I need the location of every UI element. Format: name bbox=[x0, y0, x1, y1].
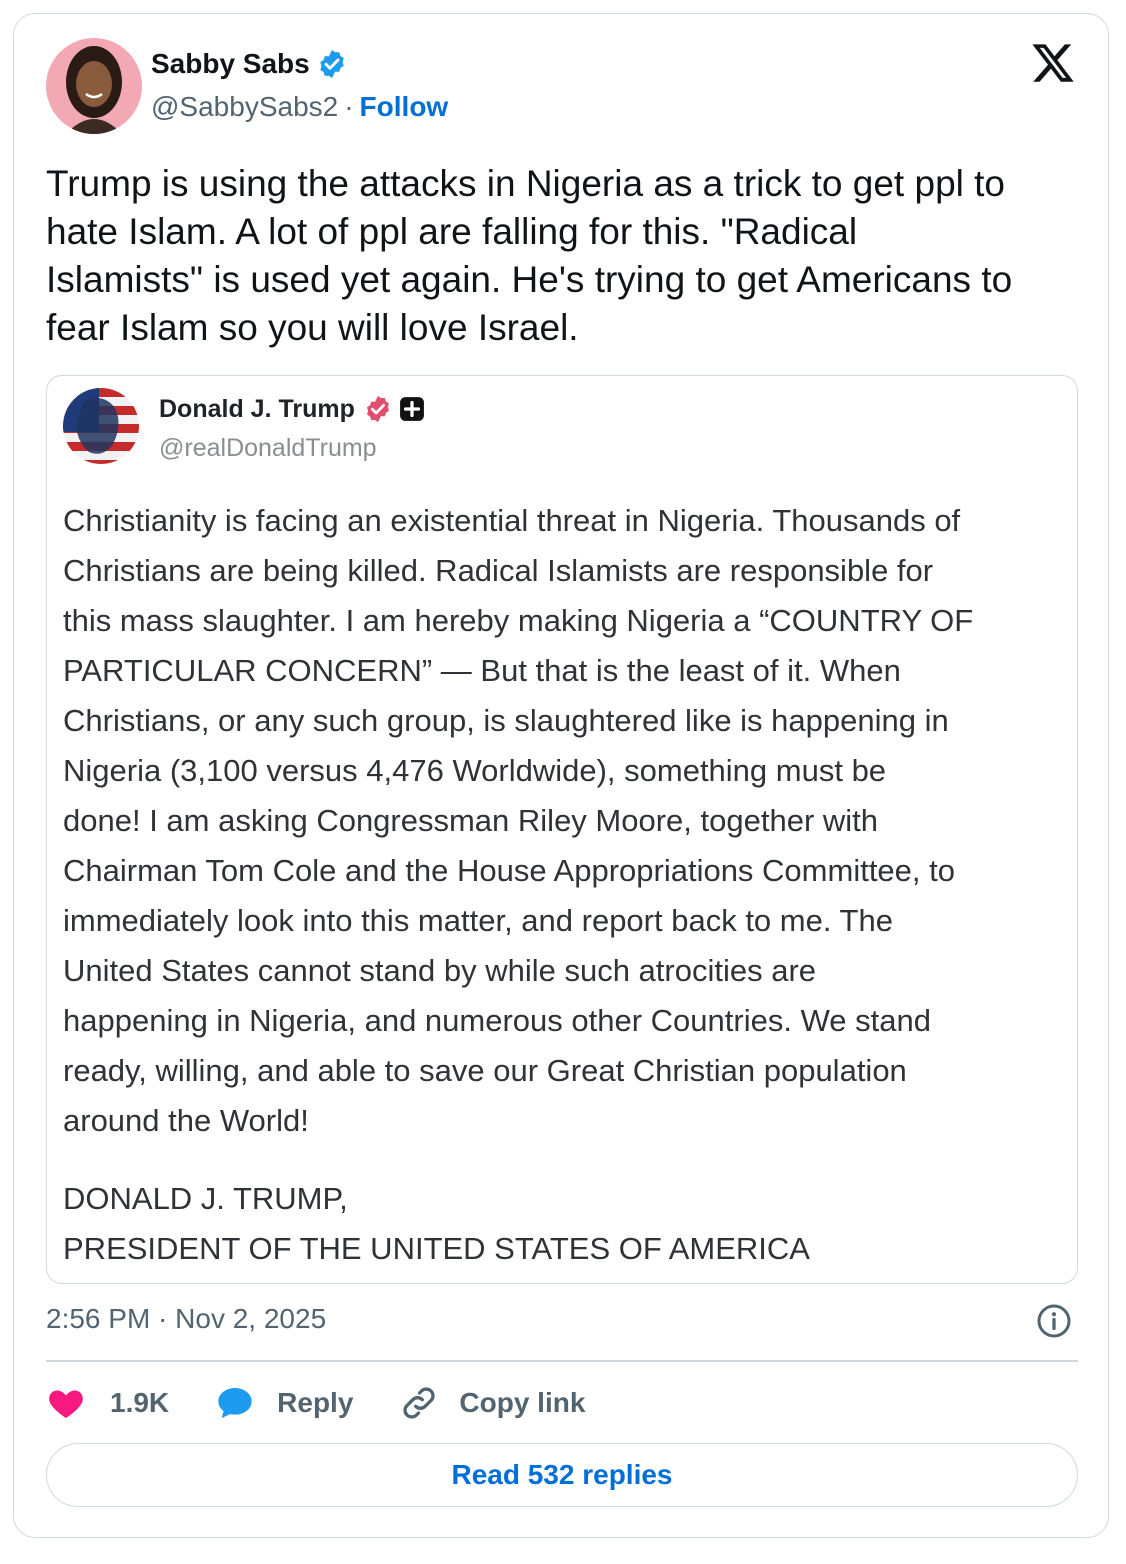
post-timestamp[interactable]: 2:56 PM · Nov 2, 2025 bbox=[46, 1303, 326, 1335]
action-bar: 1.9K Reply Copy link bbox=[46, 1380, 585, 1426]
heart-icon bbox=[49, 1390, 83, 1418]
signature-line-2: PRESIDENT OF THE UNITED STATES OF AMERIC… bbox=[63, 1231, 810, 1266]
flag-portrait-icon bbox=[63, 388, 139, 464]
link-icon bbox=[403, 1387, 435, 1419]
verified-badge-icon bbox=[320, 50, 344, 78]
read-replies-button[interactable]: Read 532 replies bbox=[46, 1443, 1078, 1507]
author-avatar[interactable] bbox=[46, 38, 142, 134]
like-button[interactable]: 1.9K bbox=[46, 1383, 169, 1423]
follow-button[interactable]: Follow bbox=[360, 91, 449, 123]
profile-photo-icon bbox=[46, 38, 142, 134]
quoted-avatar[interactable] bbox=[63, 388, 139, 464]
author-name[interactable]: Sabby Sabs bbox=[151, 48, 310, 80]
tweet-text: Trump is using the attacks in Nigeria as… bbox=[46, 163, 1013, 348]
handle-separator: · bbox=[344, 91, 354, 122]
info-icon[interactable] bbox=[1036, 1303, 1072, 1339]
quoted-author-handle[interactable]: @realDonaldTrump bbox=[159, 434, 377, 463]
verified-badge-icon bbox=[366, 395, 389, 423]
divider bbox=[46, 1360, 1078, 1362]
quoted-post[interactable]: Donald J. Trump @realDonaldTrump Christi… bbox=[46, 375, 1078, 1284]
reply-bubble-icon bbox=[218, 1388, 252, 1418]
x-logo-icon[interactable] bbox=[1030, 40, 1076, 86]
reply-button[interactable]: Reply bbox=[215, 1383, 353, 1423]
plus-badge-icon bbox=[399, 397, 424, 421]
quoted-signature: DONALD J. TRUMP, PRESIDENT OF THE UNITED… bbox=[63, 1174, 1063, 1274]
author-handle[interactable]: @SabbySabs2 bbox=[151, 91, 338, 123]
like-count: 1.9K bbox=[110, 1387, 170, 1418]
quoted-author-name[interactable]: Donald J. Trump bbox=[159, 395, 355, 424]
signature-line-1: DONALD J. TRUMP, bbox=[63, 1181, 348, 1216]
quoted-post-text: Christianity is facing an existential th… bbox=[63, 503, 974, 1138]
copy-link-label: Copy link bbox=[459, 1387, 586, 1418]
copy-link-button[interactable]: Copy link bbox=[399, 1383, 585, 1423]
reply-label: Reply bbox=[277, 1387, 354, 1418]
